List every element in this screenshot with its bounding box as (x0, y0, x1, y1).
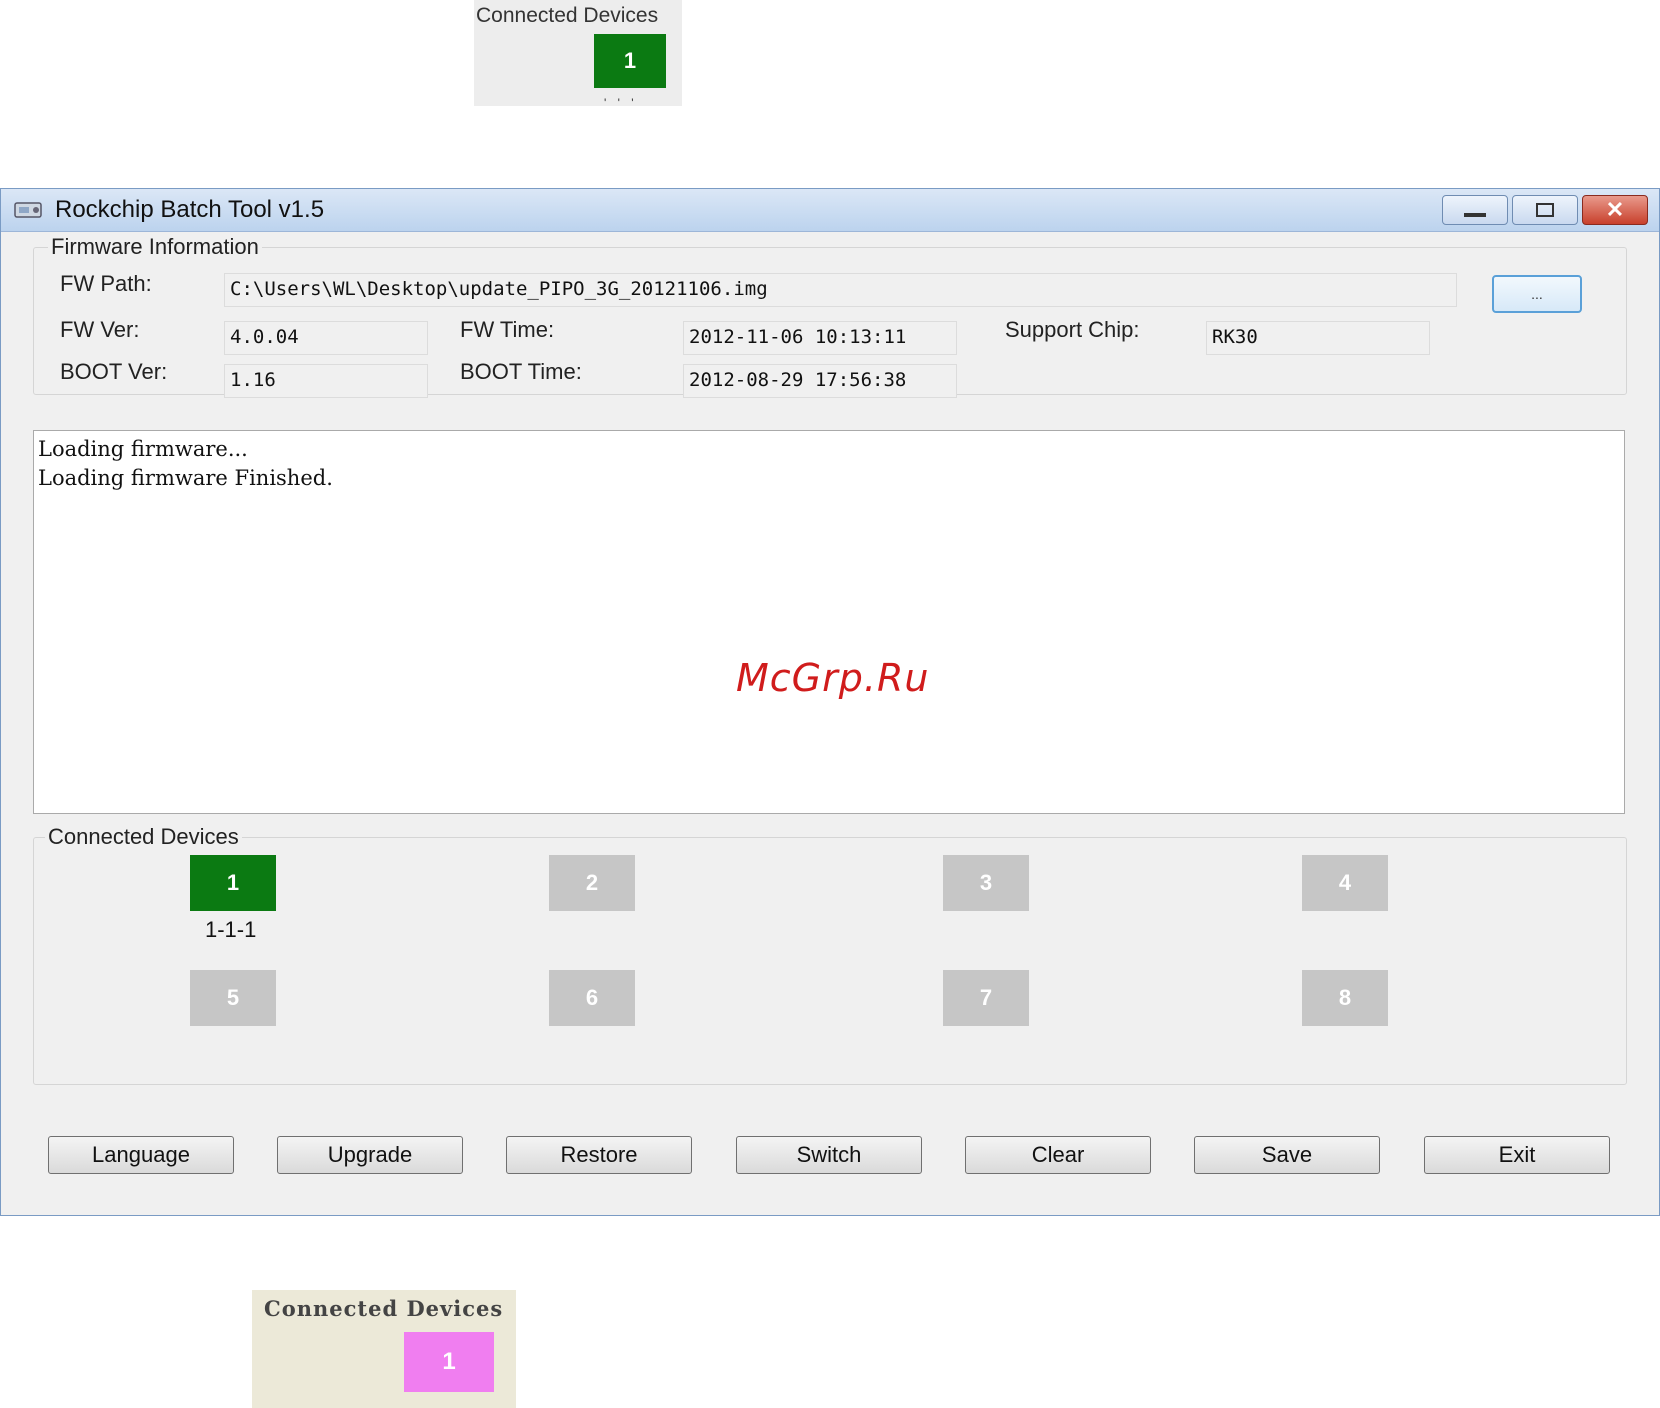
switch-button[interactable]: Switch (736, 1136, 922, 1174)
minimize-icon (1464, 213, 1486, 217)
window-title: Rockchip Batch Tool v1.5 (55, 196, 325, 223)
app-window: Rockchip Batch Tool v1.5 ✕ Firmware Info… (0, 188, 1660, 1216)
log-line: Loading firmware Finished. (38, 466, 333, 490)
log-output[interactable]: Loading firmware... Loading firmware Fin… (33, 430, 1625, 814)
support-chip-label: Support Chip: (1005, 317, 1140, 342)
watermark-text: McGrp.Ru (736, 656, 930, 700)
maximize-button[interactable] (1512, 195, 1578, 225)
close-button[interactable]: ✕ (1582, 195, 1648, 225)
fw-time-label: FW Time: (460, 317, 555, 342)
boot-time-label: BOOT Time: (460, 359, 582, 384)
connected-devices-snippet-pink: Connected Devices 1 (252, 1290, 516, 1408)
support-chip-field: RK30 (1206, 321, 1430, 355)
device-slot-5[interactable]: 5 (190, 970, 276, 1026)
snippet-device-1: 1 (404, 1332, 494, 1392)
fw-time-field: 2012-11-06 10:13:11 (683, 321, 957, 355)
snippet-device-1: 1 (594, 34, 666, 88)
device-slot-8[interactable]: 8 (1302, 970, 1388, 1026)
device-slot-7[interactable]: 7 (943, 970, 1029, 1026)
fw-path-field[interactable]: C:\Users\WL\Desktop\update_PIPO_3G_20121… (224, 273, 1457, 307)
boot-ver-label: BOOT Ver: (60, 359, 168, 384)
maximize-icon (1536, 203, 1554, 217)
exit-button[interactable]: Exit (1424, 1136, 1610, 1174)
upgrade-button[interactable]: Upgrade (277, 1136, 463, 1174)
device-slot-4[interactable]: 4 (1302, 855, 1388, 911)
title-bar[interactable]: Rockchip Batch Tool v1.5 ✕ (1, 189, 1659, 232)
snippet-label: Connected Devices (476, 4, 659, 27)
app-icon (14, 202, 42, 218)
snippet-cut-text: ' ' ' (604, 96, 638, 110)
clear-button[interactable]: Clear (965, 1136, 1151, 1174)
snippet-label: Connected Devices (264, 1296, 504, 1321)
save-button[interactable]: Save (1194, 1136, 1380, 1174)
boot-ver-field: 1.16 (224, 364, 428, 398)
log-line: Loading firmware... (38, 437, 248, 461)
device-slot-1[interactable]: 1 (190, 855, 276, 911)
device-1-address: 1-1-1 (205, 917, 257, 942)
fw-ver-field: 4.0.04 (224, 321, 428, 355)
language-button[interactable]: Language (48, 1136, 234, 1174)
close-icon: ✕ (1605, 197, 1625, 222)
connected-devices-snippet-green: Connected Devices 1 ' ' ' (474, 0, 682, 110)
fw-path-label: FW Path: (60, 271, 152, 296)
browse-button[interactable]: ... (1492, 275, 1582, 313)
boot-time-field: 2012-08-29 17:56:38 (683, 364, 957, 398)
device-slot-2[interactable]: 2 (549, 855, 635, 911)
connected-devices-label: Connected Devices (45, 824, 242, 850)
fw-ver-label: FW Ver: (60, 317, 140, 342)
device-slot-6[interactable]: 6 (549, 970, 635, 1026)
restore-button[interactable]: Restore (506, 1136, 692, 1174)
device-slot-3[interactable]: 3 (943, 855, 1029, 911)
minimize-button[interactable] (1442, 195, 1508, 225)
firmware-group-label: Firmware Information (48, 234, 262, 260)
